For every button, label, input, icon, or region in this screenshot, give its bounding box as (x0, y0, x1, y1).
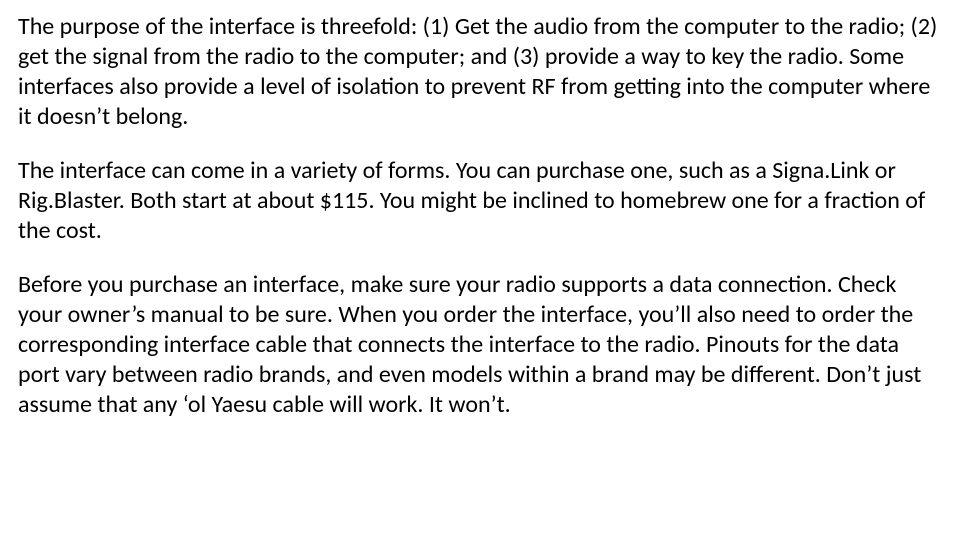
paragraph-before-purchase: Before you purchase an interface, make s… (18, 270, 942, 420)
paragraph-interface-purpose: The purpose of the interface is threefol… (18, 12, 942, 132)
paragraph-interface-forms: The interface can come in a variety of f… (18, 156, 942, 246)
